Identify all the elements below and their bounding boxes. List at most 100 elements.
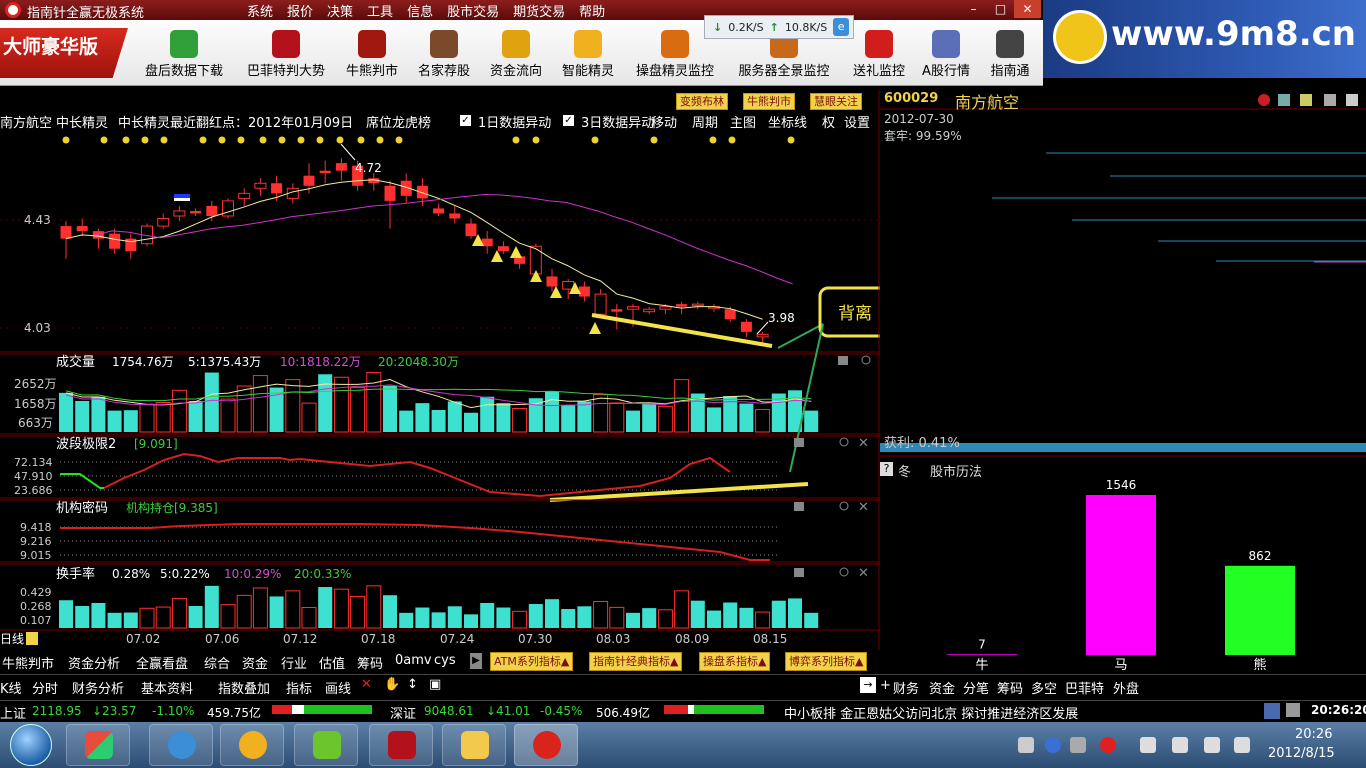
menu-info[interactable]: 信息 xyxy=(400,1,440,20)
financial-analysis-button[interactable]: 财务分析 xyxy=(72,678,124,697)
chips-tab[interactable]: 筹码 xyxy=(997,678,1023,697)
check-3day-icon[interactable]: ✓ xyxy=(563,115,574,126)
tab-fund-analysis[interactable]: 资金分析 xyxy=(68,653,120,672)
info-coordinate-line[interactable]: 坐标线 xyxy=(768,112,807,131)
kline-button[interactable]: K线 xyxy=(0,678,22,697)
taskbar-date[interactable]: 2012/8/15 xyxy=(1268,746,1335,761)
status-network-icon[interactable] xyxy=(1264,703,1280,719)
tool-tray-icon[interactable] xyxy=(1070,737,1086,753)
network-tray-icon[interactable] xyxy=(1204,737,1220,753)
menu-stock-trade[interactable]: 股市交易 xyxy=(440,1,506,20)
a-share-quote-button[interactable]: A股行情 xyxy=(916,30,976,84)
tick-tab[interactable]: 分笔 xyxy=(963,678,989,697)
period-label[interactable]: 日线 xyxy=(0,632,24,646)
panel-tool-icon-4[interactable] xyxy=(1346,94,1358,106)
stock-calendar-tab[interactable]: 股市历法 xyxy=(930,461,982,480)
plus-icon[interactable]: + xyxy=(880,678,891,693)
status-settings-icon[interactable] xyxy=(1286,703,1300,717)
calendar-help-icon[interactable]: ? xyxy=(880,462,893,476)
delete-icon[interactable]: ✕ xyxy=(361,677,372,692)
restore-button[interactable]: □ xyxy=(987,0,1014,18)
finance-tab[interactable]: 财务 xyxy=(893,678,919,697)
info-long-term-genie[interactable]: 中长精灵 xyxy=(56,112,108,131)
check-1day-icon[interactable]: ✓ xyxy=(460,115,471,126)
game-series-button[interactable]: 博弈系列指标▲ xyxy=(785,652,868,671)
index-overlay-button[interactable]: 指数叠加 xyxy=(218,678,270,697)
atm-series-button[interactable]: ATM系列指标▲ xyxy=(490,652,574,671)
move-icon[interactable]: ↕ xyxy=(407,677,418,692)
show-hidden-icon[interactable] xyxy=(1140,737,1156,753)
expert-picks-button[interactable]: 名家荐股 xyxy=(412,30,476,84)
inst-panel-close-icon[interactable]: ✕ xyxy=(858,500,869,515)
menu-quote[interactable]: 报价 xyxy=(280,1,320,20)
tab-oamv[interactable]: 0amv xyxy=(395,653,432,668)
info-rights[interactable]: 权 xyxy=(822,112,835,131)
tab-industry[interactable]: 行业 xyxy=(281,653,307,672)
close-button[interactable]: ✕ xyxy=(1014,0,1041,18)
menu-help[interactable]: 帮助 xyxy=(572,1,612,20)
help-tray-icon[interactable] xyxy=(1045,737,1061,753)
draw-line-button[interactable]: 画线 xyxy=(325,678,351,697)
info-3day-anomaly[interactable]: 3日数据异动 xyxy=(581,112,654,131)
classic-series-button[interactable]: 指南针经典指标▲ xyxy=(589,652,683,671)
volume-panel-zoom-icon[interactable] xyxy=(861,355,871,365)
volume-panel-settings-icon[interactable] xyxy=(838,356,848,365)
ie-icon[interactable]: e xyxy=(833,18,849,36)
gift-monitor-button[interactable]: 送礼监控 xyxy=(846,30,912,84)
flag-tray-icon[interactable] xyxy=(1172,737,1188,753)
wave-panel-zoom-icon[interactable] xyxy=(839,437,849,447)
tab-valuation[interactable]: 估值 xyxy=(319,653,345,672)
info-seat-ranking[interactable]: 席位龙虎榜 xyxy=(366,112,431,131)
tab-chips[interactable]: 筹码 xyxy=(357,653,383,672)
taskbar-time[interactable]: 20:26 xyxy=(1295,727,1332,742)
outer-tab[interactable]: 外盘 xyxy=(1113,678,1139,697)
tab-cys[interactable]: cys xyxy=(434,653,456,668)
turnover-panel-close-icon[interactable]: ✕ xyxy=(858,566,869,581)
buffett-trend-button[interactable]: 巴菲特判大势 xyxy=(240,30,332,84)
info-move[interactable]: 移动 xyxy=(651,112,677,131)
play-icon[interactable] xyxy=(1258,94,1270,106)
taskbar-app-folder[interactable] xyxy=(442,724,506,766)
wave-panel-settings-icon[interactable] xyxy=(794,438,804,447)
turnover-panel-settings-icon[interactable] xyxy=(794,568,804,577)
expand-arrow-icon[interactable]: → xyxy=(860,677,876,693)
keyboard-tray-icon[interactable] xyxy=(1018,737,1034,753)
tab-full-view[interactable]: 全赢看盘 xyxy=(136,653,188,672)
windows-start-icon[interactable] xyxy=(10,724,52,766)
info-1day-anomaly[interactable]: 1日数据异动 xyxy=(478,112,551,131)
wave-panel-close-icon[interactable]: ✕ xyxy=(858,436,869,451)
lock-icon[interactable]: ▣ xyxy=(429,677,441,692)
period-toggle-icon[interactable] xyxy=(26,632,38,645)
intraday-button[interactable]: 分时 xyxy=(32,678,58,697)
turnover-panel-zoom-icon[interactable] xyxy=(839,567,849,577)
taskbar-app-frog[interactable] xyxy=(294,724,358,766)
news-ticker[interactable]: 中小板排 金正恩姑父访问北京 探讨推进经济区发展 xyxy=(784,703,1078,722)
compass-link-button[interactable]: 指南通 xyxy=(982,30,1038,84)
data-download-button[interactable]: 盘后数据下载 xyxy=(138,30,230,84)
inst-panel-zoom-icon[interactable] xyxy=(839,501,849,511)
basic-info-button[interactable]: 基本资料 xyxy=(141,678,193,697)
panel-tool-icon-2[interactable] xyxy=(1300,94,1312,106)
menu-decision[interactable]: 决策 xyxy=(320,1,360,20)
volume-tray-icon[interactable] xyxy=(1234,737,1250,753)
trading-series-button[interactable]: 操盘系指标▲ xyxy=(699,652,771,671)
long-short-tab[interactable]: 多空 xyxy=(1031,678,1057,697)
panel-tool-icon-1[interactable] xyxy=(1278,94,1290,106)
funds-tab[interactable]: 资金 xyxy=(929,678,955,697)
smart-genie-button[interactable]: 智能精灵 xyxy=(556,30,620,84)
tab-funds[interactable]: 资金 xyxy=(242,653,268,672)
buffett-tab[interactable]: 巴菲特 xyxy=(1065,678,1104,697)
minimize-button[interactable]: – xyxy=(960,0,987,18)
taskbar-app-red[interactable] xyxy=(369,724,433,766)
menu-futures-trade[interactable]: 期货交易 xyxy=(506,1,572,20)
tab-bull-bear[interactable]: 牛熊判市 xyxy=(2,653,54,672)
taskbar-app-explorer[interactable] xyxy=(66,724,130,766)
taskbar-app-ie[interactable] xyxy=(149,724,213,766)
info-main-chart[interactable]: 主图 xyxy=(730,112,756,131)
info-settings[interactable]: 设置 xyxy=(844,112,870,131)
hand-icon[interactable]: ✋ xyxy=(384,677,400,692)
menu-system[interactable]: 系统 xyxy=(240,1,280,20)
money-flow-button[interactable]: 资金流向 xyxy=(484,30,548,84)
taskbar-app-qq[interactable] xyxy=(220,724,284,766)
taskbar-app-compass[interactable] xyxy=(514,724,578,766)
